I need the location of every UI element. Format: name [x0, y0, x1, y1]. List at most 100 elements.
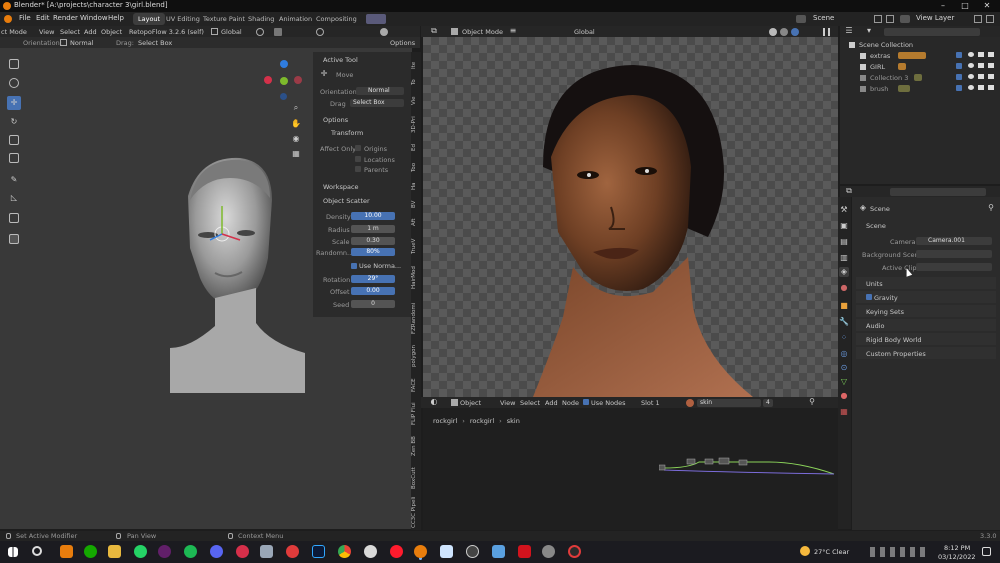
app-acrobat-icon[interactable]: [518, 545, 531, 558]
delete-scene-icon[interactable]: [886, 15, 894, 23]
sidebar-tab-tool[interactable]: To: [411, 76, 420, 88]
render-tab-icon[interactable]: ▣: [839, 221, 849, 231]
exclude-checkbox[interactable]: [956, 63, 962, 69]
gizmo-z-axis-icon[interactable]: [280, 60, 288, 68]
sidebar-tab-boxcutter[interactable]: BoxCutt: [411, 464, 420, 492]
outliner-filter-icon[interactable]: ▾: [864, 26, 874, 36]
seed-field[interactable]: 0: [351, 300, 395, 308]
sidebar-tab-flip-fluids[interactable]: FLIP Flui: [411, 400, 420, 428]
rotation-field[interactable]: 29°: [351, 275, 395, 283]
app-cloud-icon[interactable]: [364, 545, 377, 558]
search-icon[interactable]: [32, 546, 42, 556]
new-view-layer-icon[interactable]: [974, 15, 982, 23]
custom-properties-panel-header[interactable]: Custom Properties: [866, 350, 926, 358]
transform-orientation-value[interactable]: Global: [221, 28, 242, 36]
viewport-menu-select[interactable]: Select: [60, 28, 80, 36]
minimize-icon[interactable]: –: [932, 0, 954, 12]
gravity-checkbox[interactable]: [866, 294, 872, 300]
app-upwork-icon[interactable]: [84, 545, 97, 558]
object-mode-selector[interactable]: Object Mode: [462, 28, 503, 36]
cursor-icon[interactable]: [9, 78, 19, 88]
tool-drag-dropdown[interactable]: Select Box: [350, 99, 404, 107]
view-layer-name[interactable]: View Layer: [916, 14, 954, 22]
camera-icon[interactable]: [978, 85, 984, 90]
node-editor-type-icon[interactable]: ◐: [429, 397, 439, 407]
material-sphere-icon[interactable]: [686, 399, 694, 407]
eye-icon[interactable]: [968, 85, 974, 90]
camera-view-icon[interactable]: ◉: [291, 134, 301, 144]
blender-menu-icon[interactable]: [4, 15, 12, 23]
material-tab-icon[interactable]: ●: [839, 391, 849, 401]
render-icon[interactable]: [988, 74, 994, 79]
sidebar-tab-zen-bb[interactable]: Zen BB: [411, 434, 420, 458]
app-spotify-icon[interactable]: [184, 545, 197, 558]
output-tab-icon[interactable]: ▤: [839, 237, 849, 247]
particles-tab-icon[interactable]: ⁘: [839, 333, 849, 343]
measure-icon[interactable]: ◺: [9, 193, 19, 203]
scene-collection-label[interactable]: Scene Collection: [859, 41, 913, 49]
viewport-menu-view[interactable]: View: [39, 28, 54, 36]
mode-selector[interactable]: ct Mode: [1, 28, 27, 36]
options-header[interactable]: Options: [323, 116, 348, 124]
material-shading-icon[interactable]: [780, 28, 788, 36]
material-user-count[interactable]: 4: [763, 399, 773, 407]
annotate-icon[interactable]: ✎: [9, 175, 19, 185]
app-photoshop-icon[interactable]: [312, 545, 325, 558]
use-normal-checkbox[interactable]: [351, 263, 357, 269]
sidebar-tab-after[interactable]: Aft: [411, 216, 420, 228]
gizmo-x-axis-icon[interactable]: [264, 76, 272, 84]
workspace-header[interactable]: Workspace: [323, 183, 359, 191]
outliner-item-collection-3[interactable]: Collection 3: [870, 74, 908, 82]
origins-checkbox[interactable]: [355, 145, 361, 151]
head-sculpt-model[interactable]: [160, 148, 310, 398]
app-settings-icon[interactable]: [542, 545, 555, 558]
app-slack-icon[interactable]: [158, 545, 171, 558]
view-layer-tab-icon[interactable]: ▥: [839, 253, 849, 263]
image-icon[interactable]: [9, 234, 19, 244]
modifier-tab-icon[interactable]: 🔧: [839, 317, 849, 327]
app-record-icon[interactable]: [286, 545, 299, 558]
offset-field[interactable]: 0.00: [351, 287, 395, 295]
outliner-type-icon[interactable]: ☰: [844, 26, 854, 36]
weather-icon[interactable]: [800, 546, 810, 556]
sidebar-tab-bv[interactable]: BV: [411, 198, 420, 210]
parents-checkbox[interactable]: [355, 166, 361, 172]
options-dropdown[interactable]: Options: [390, 39, 415, 47]
windows-start-icon[interactable]: [8, 547, 18, 557]
active-tool-header[interactable]: Active Tool: [323, 56, 358, 64]
locations-checkbox[interactable]: [355, 156, 361, 162]
sidebar-tab-3d-print[interactable]: 3D-Pri: [411, 114, 420, 136]
data-tab-icon[interactable]: ▽: [839, 377, 849, 387]
app-chrome-icon[interactable]: [338, 545, 351, 558]
sidebar-tab-tools[interactable]: Too: [411, 160, 420, 174]
object-tab-icon[interactable]: ■: [839, 301, 849, 311]
select-box-icon[interactable]: [9, 59, 19, 69]
gizmo-x2-axis-icon[interactable]: [294, 76, 302, 84]
world-tab-icon[interactable]: ●: [839, 283, 849, 293]
sidebar-tab-truev[interactable]: TrueV: [411, 236, 420, 256]
workspace-extra-icon[interactable]: [366, 14, 386, 24]
navigation-gizmo[interactable]: [262, 60, 306, 104]
app-red-icon[interactable]: [236, 545, 249, 558]
app-snipping-icon[interactable]: [440, 545, 453, 558]
drag-dropdown[interactable]: Select Box: [138, 39, 172, 47]
add-cube-icon[interactable]: [9, 213, 19, 223]
eye-icon[interactable]: [968, 52, 974, 57]
node-menu-node[interactable]: Node: [562, 399, 579, 407]
scene-selector-icon[interactable]: [796, 15, 806, 23]
transform-orientation-icon[interactable]: [211, 28, 218, 35]
scene-tab-icon[interactable]: ◈: [839, 267, 849, 277]
sidebar-tab-hair[interactable]: Ha: [411, 180, 420, 192]
app-blender-active-icon[interactable]: [414, 545, 427, 558]
sidebar-tab-view[interactable]: Vie: [411, 94, 420, 108]
pin-icon[interactable]: ⚲: [986, 203, 996, 213]
scene-name[interactable]: Scene: [813, 14, 834, 22]
gizmo-nz-axis-icon[interactable]: [280, 93, 287, 100]
audio-panel-header[interactable]: Audio: [866, 322, 884, 330]
move-icon[interactable]: ✛: [7, 96, 21, 110]
material-name-field[interactable]: skin: [697, 399, 761, 407]
app-screen-recorder-icon[interactable]: [568, 545, 581, 558]
app-opera-icon[interactable]: [390, 545, 403, 558]
sidebar-tab-item[interactable]: Ite: [411, 58, 420, 72]
viewport-menu-add[interactable]: Add: [84, 28, 97, 36]
